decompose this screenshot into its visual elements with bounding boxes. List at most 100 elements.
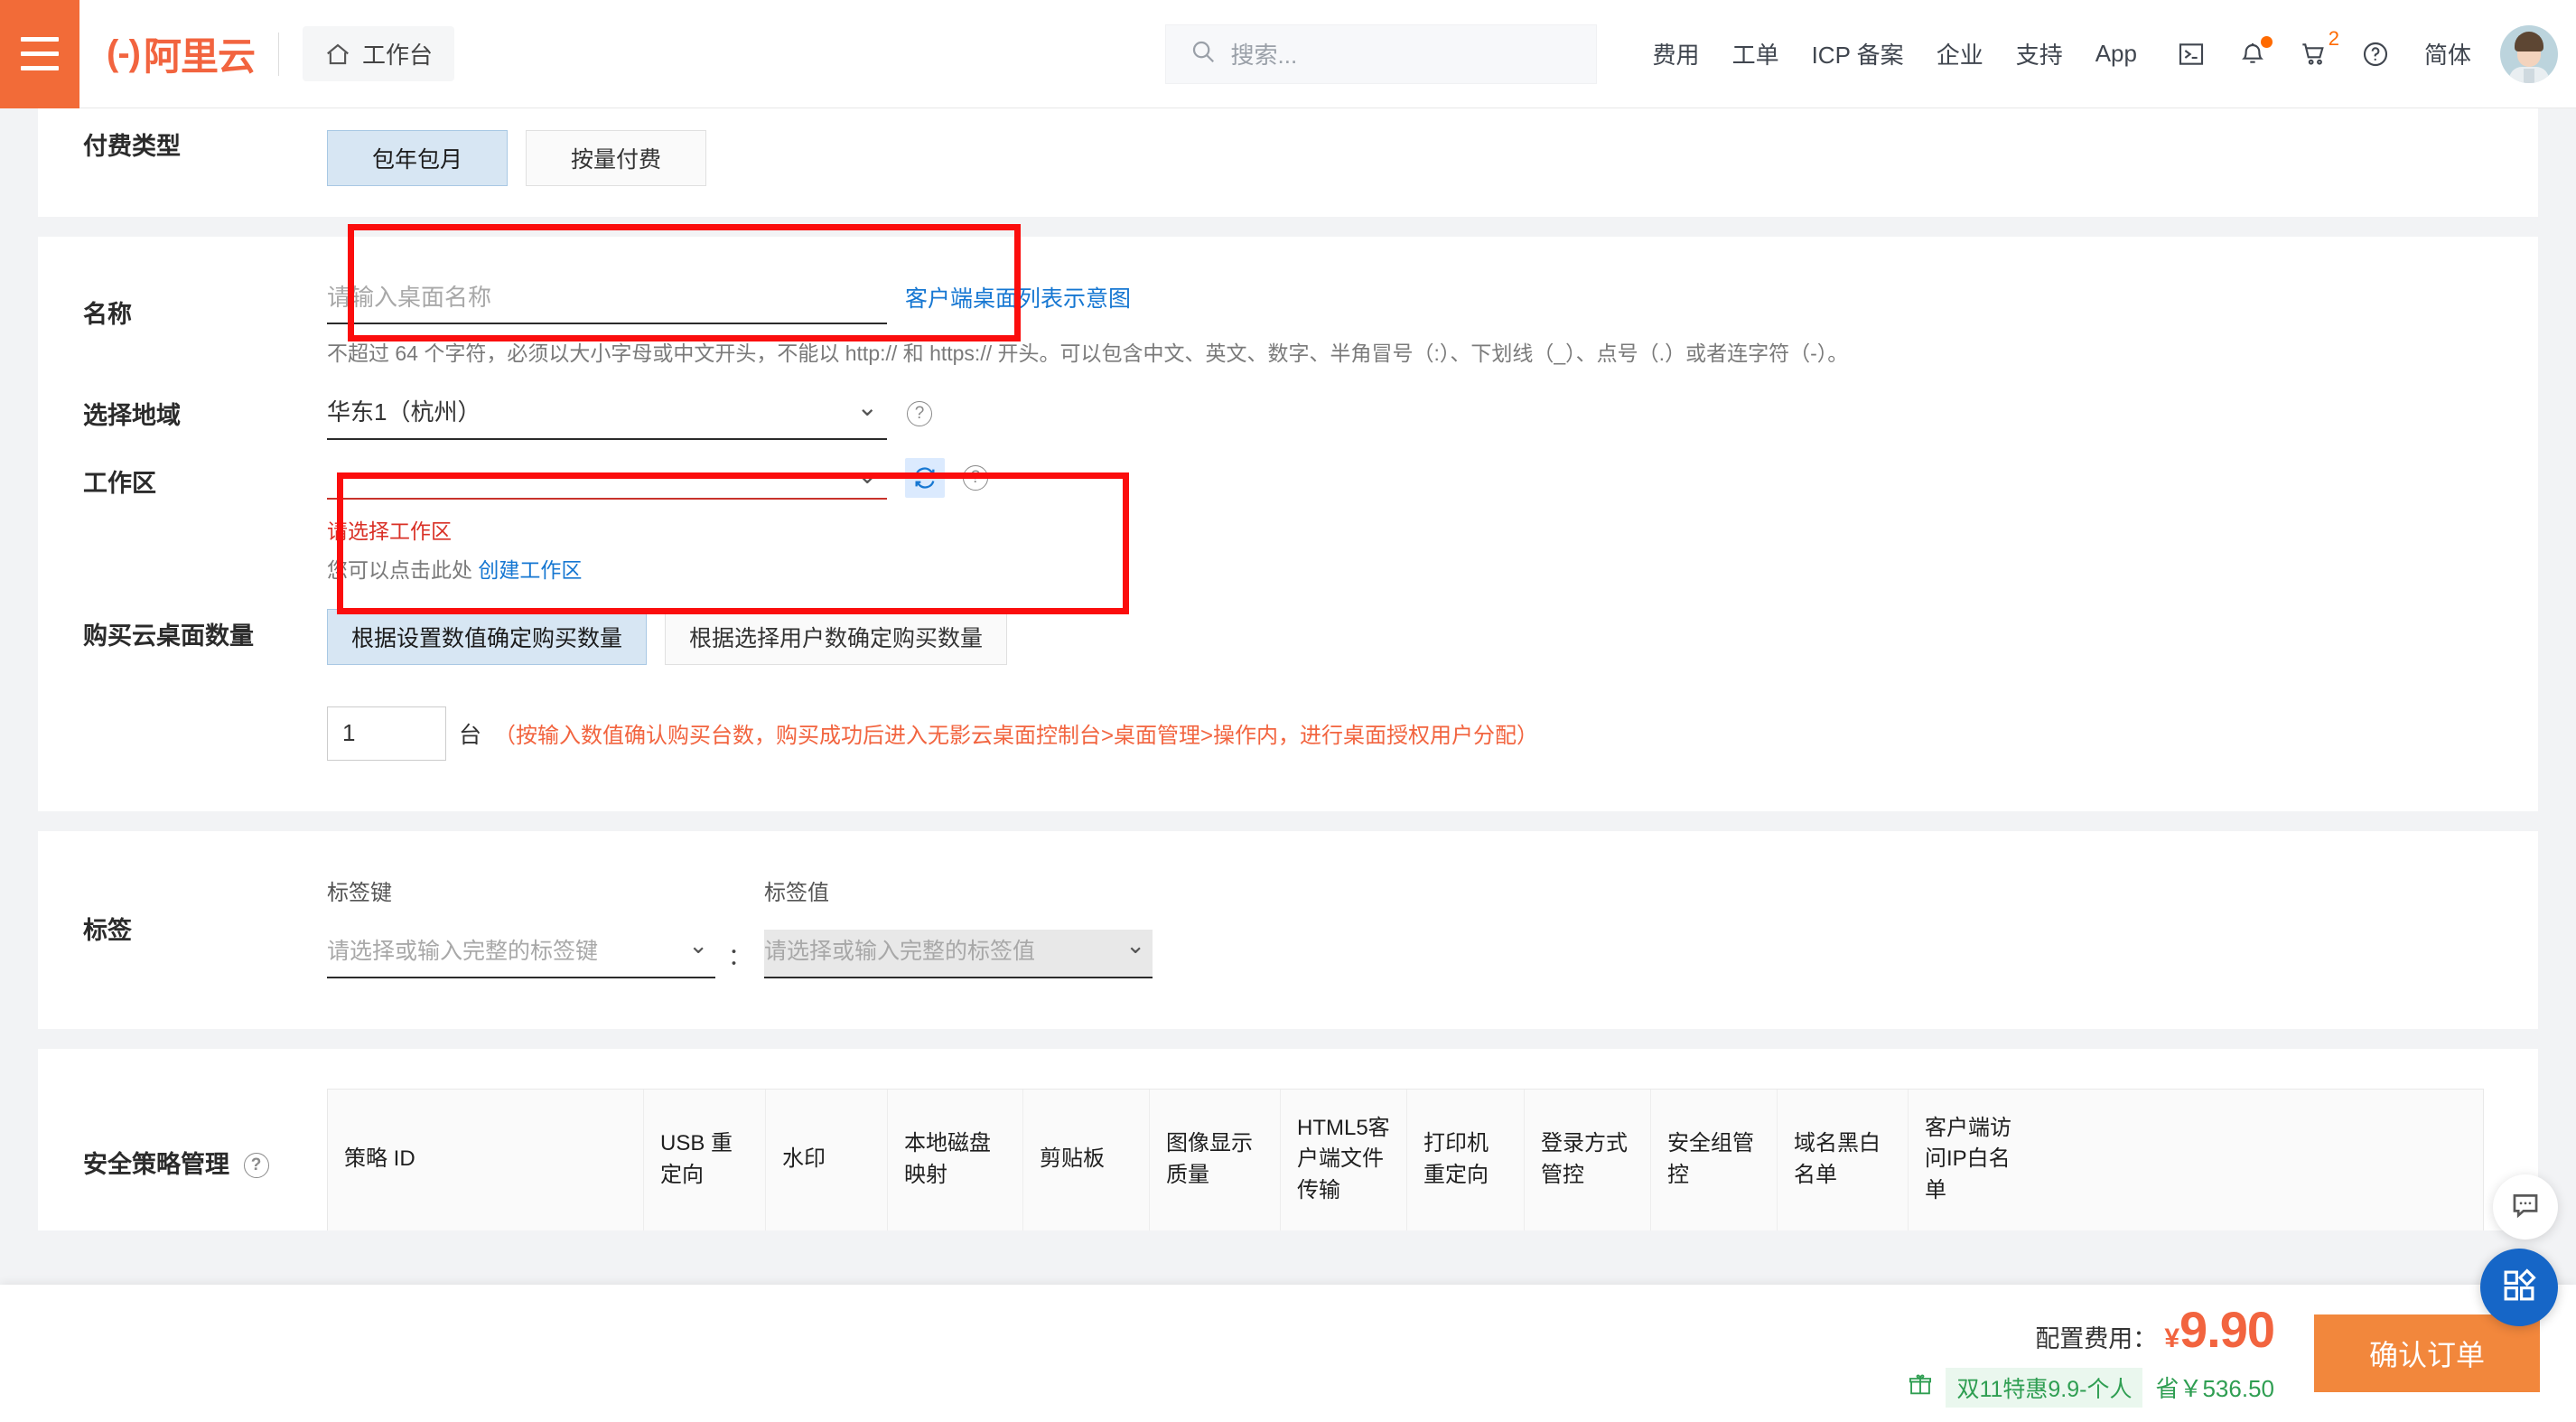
- chat-icon: [2510, 1190, 2541, 1225]
- quantity-note: （按输入数值确认购买台数，购买成功后进入无影云桌面控制台>桌面管理>操作内，进行…: [494, 724, 1539, 749]
- tag-value-group: 标签值 请选择或输入完整的标签值 ⌄: [764, 875, 1153, 978]
- avatar-hair: [2515, 31, 2543, 51]
- workbench-label: 工作台: [361, 42, 433, 69]
- menu-hamburger-button[interactable]: [0, 0, 79, 108]
- page-scroll-area[interactable]: 付费类型 包年包月 按量付费 名称 客户端桌面列表示意图 不超过 64 个字符，…: [0, 108, 2576, 1422]
- apps-launcher-button[interactable]: [2480, 1249, 2558, 1326]
- nav-item-fee[interactable]: 费用: [1637, 37, 1716, 70]
- th-usb-redirect: USB 重定向: [644, 1089, 766, 1230]
- security-policy-row: 安全策略管理 ? 策略 ID USB 重定向 水印 本地磁盘映射 剪贴板 图像显…: [38, 1088, 2538, 1230]
- th-watermark: 水印: [766, 1089, 888, 1230]
- th-client-ip-whitelist: 客户端访问IP白名单: [1925, 1115, 2011, 1203]
- tag-key-placeholder: 请选择或输入完整的标签键: [327, 938, 599, 964]
- security-policy-help-icon[interactable]: ?: [243, 1153, 269, 1179]
- nav-item-icp[interactable]: ICP 备案: [1796, 37, 1920, 70]
- refresh-icon[interactable]: [905, 457, 945, 498]
- pay-type-segmented: 包年包月 按量付费: [327, 130, 2538, 186]
- workbench-button[interactable]: 工作台: [302, 26, 454, 81]
- help-icon[interactable]: [2345, 40, 2406, 69]
- header-icons: 2: [2161, 27, 2406, 69]
- promo-line: 双11特惠9.9-个人 省￥536.50: [1908, 1367, 2274, 1408]
- aliyun-logo-mark: (-): [107, 33, 141, 73]
- region-body: 华东1（杭州） ⌄ ?: [327, 388, 2538, 440]
- price-block: 配置费用： ¥ 9.90 双11特惠9.9-个人 省￥536.50: [1908, 1300, 2275, 1408]
- tag-key-label: 标签键: [327, 880, 392, 905]
- quantity-mode-by-users[interactable]: 根据选择用户数确定购买数量: [665, 608, 1008, 665]
- bottom-order-bar: 配置费用： ¥ 9.90 双11特惠9.9-个人 省￥536.50 确认订单: [0, 1285, 2576, 1422]
- security-policy-table: 策略 ID USB 重定向 水印 本地磁盘映射 剪贴板 图像显示质量 HTML5…: [327, 1088, 2484, 1230]
- quantity-body: 根据设置数值确定购买数量 根据选择用户数确定购买数量 台 （按输入数值确认购买台…: [327, 608, 2538, 761]
- aliyun-logo[interactable]: (-) 阿里云: [107, 26, 256, 81]
- confirm-order-button[interactable]: 确认订单: [2314, 1314, 2540, 1392]
- avatar[interactable]: [2500, 24, 2558, 83]
- th-local-disk-map: 本地磁盘映射: [888, 1089, 1023, 1230]
- th-security-group: 安全组管控: [1651, 1089, 1778, 1230]
- security-policy-table-header: 策略 ID USB 重定向 水印 本地磁盘映射 剪贴板 图像显示质量 HTML5…: [328, 1089, 2483, 1230]
- name-hint: 不超过 64 个字符，必须以大小字母或中文开头，不能以 http:// 和 ht…: [327, 341, 1849, 365]
- cart-icon[interactable]: 2: [2283, 27, 2345, 69]
- language-switcher[interactable]: 简体: [2406, 37, 2489, 70]
- tag-value-select[interactable]: 请选择或输入完整的标签值 ⌄: [764, 929, 1153, 978]
- pay-type-card: 付费类型 包年包月 按量付费: [38, 108, 2538, 217]
- workspace-hint: 您可以点击此处 创建工作区: [327, 554, 2538, 587]
- pay-type-row: 付费类型 包年包月 按量付费: [38, 130, 2538, 186]
- price-label: 配置费用：: [2035, 1324, 2158, 1352]
- region-select-value: 华东1（杭州）: [327, 398, 481, 426]
- search-input[interactable]: 搜索...: [1164, 23, 1597, 84]
- th-printer-redirect: 打印机重定向: [1407, 1089, 1525, 1230]
- region-help-icon[interactable]: ?: [907, 401, 932, 427]
- avatar-collar: [2524, 68, 2534, 83]
- quantity-mode-by-number[interactable]: 根据设置数值确定购买数量: [327, 608, 648, 665]
- tag-value-placeholder: 请选择或输入完整的标签值: [764, 938, 1036, 964]
- header-nav: 费用 工单 ICP 备案 企业 支持 App: [1637, 37, 2153, 70]
- price-line: 配置费用： ¥ 9.90: [1908, 1300, 2275, 1359]
- promo-save-amount: 省￥536.50: [2155, 1375, 2274, 1402]
- security-policy-card: 安全策略管理 ? 策略 ID USB 重定向 水印 本地磁盘映射 剪贴板 图像显…: [38, 1048, 2538, 1230]
- create-workspace-link[interactable]: 创建工作区: [478, 558, 582, 582]
- chevron-down-icon: ⌄: [688, 931, 708, 959]
- tags-row: 标签 标签键 请选择或输入完整的标签键 ⌄ ： 标签值 请选择或输入完整的标签值…: [38, 875, 2538, 978]
- quantity-label: 购买云桌面数量: [83, 622, 254, 650]
- notification-dot-badge: [2260, 35, 2273, 48]
- workspace-help-icon[interactable]: ?: [963, 464, 988, 491]
- config-card: 名称 客户端桌面列表示意图 不超过 64 个字符，必须以大小字母或中文开头，不能…: [38, 237, 2538, 811]
- home-icon: [324, 41, 351, 68]
- bell-icon[interactable]: [2222, 35, 2283, 69]
- gift-icon: [1908, 1372, 1933, 1402]
- client-desktop-list-diagram-link[interactable]: 客户端桌面列表示意图: [905, 281, 1131, 324]
- name-row: 名称 客户端桌面列表示意图 不超过 64 个字符，必须以大小字母或中文开头，不能…: [38, 278, 2538, 370]
- nav-item-enterprise[interactable]: 企业: [1920, 37, 2000, 70]
- th-domain-blacklist: 域名黑白名单: [1778, 1089, 1909, 1230]
- th-clipboard: 剪贴板: [1023, 1089, 1150, 1230]
- th-login-method: 登录方式管控: [1525, 1089, 1651, 1230]
- desktop-name-input[interactable]: [327, 278, 887, 324]
- search-placeholder: 搜索...: [1230, 42, 1298, 69]
- console-icon[interactable]: [2161, 40, 2222, 69]
- pay-type-label: 付费类型: [83, 133, 181, 160]
- pay-type-body: 包年包月 按量付费: [327, 130, 2538, 186]
- quantity-input[interactable]: [327, 706, 446, 761]
- tag-key-select[interactable]: 请选择或输入完整的标签键 ⌄: [327, 930, 715, 978]
- brand-area: (-) 阿里云 工作台: [107, 26, 454, 81]
- tag-value-label: 标签值: [764, 880, 830, 905]
- header-divider: [277, 32, 279, 76]
- nav-item-ticket[interactable]: 工单: [1716, 37, 1796, 70]
- pay-type-option-subscription[interactable]: 包年包月: [327, 130, 508, 186]
- chat-support-button[interactable]: [2493, 1174, 2558, 1240]
- nav-item-app[interactable]: App: [2079, 40, 2153, 68]
- nav-item-support[interactable]: 支持: [2000, 37, 2079, 70]
- tags-card: 标签 标签键 请选择或输入完整的标签键 ⌄ ： 标签值 请选择或输入完整的标签值…: [38, 830, 2538, 1029]
- aliyun-logo-text: 阿里云: [143, 35, 256, 78]
- workspace-select[interactable]: ⌄: [327, 456, 887, 500]
- hamburger-bar: [21, 66, 59, 70]
- quantity-row: 购买云桌面数量 根据设置数值确定购买数量 根据选择用户数确定购买数量 台 （按输…: [38, 608, 2538, 761]
- promo-tag: 双11特惠9.9-个人: [1946, 1367, 2143, 1408]
- region-select[interactable]: 华东1（杭州） ⌄: [327, 388, 887, 440]
- tags-body: 标签键 请选择或输入完整的标签键 ⌄ ： 标签值 请选择或输入完整的标签值 ⌄: [327, 875, 2538, 978]
- tag-key-group: 标签键 请选择或输入完整的标签键 ⌄: [327, 875, 715, 978]
- pay-type-option-payasyougo[interactable]: 按量付费: [526, 130, 706, 186]
- apps-grid-icon: [2500, 1267, 2538, 1309]
- quantity-mode-segmented: 根据设置数值确定购买数量 根据选择用户数确定购买数量: [327, 608, 2538, 665]
- region-label: 选择地域: [83, 401, 181, 429]
- th-policy-id: 策略 ID: [328, 1089, 644, 1230]
